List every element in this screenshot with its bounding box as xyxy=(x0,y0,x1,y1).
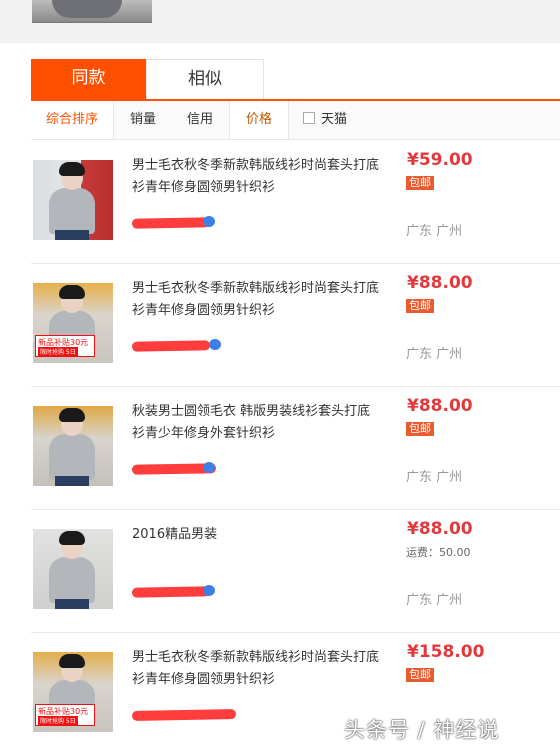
product-title[interactable]: 2016精品男装 xyxy=(132,524,382,546)
top-strip xyxy=(0,0,560,43)
product-item[interactable]: 新品补贴30元 限时抢购 5日 男士毛衣秋冬季新款韩版线衫时尚套头打底衫青年修身… xyxy=(31,263,560,387)
redaction-mark xyxy=(203,216,215,227)
tab-same-style[interactable]: 同款 xyxy=(31,59,146,99)
redaction-mark xyxy=(203,585,215,596)
tmall-label: 天猫 xyxy=(321,112,348,127)
product-title[interactable]: 男士毛衣秋冬季新款韩版线衫时尚套头打底衫青年修身圆领男针织衫 xyxy=(132,278,382,322)
sort-bar: 综合排序 销量 信用 价格 天猫 xyxy=(31,101,560,140)
seller-location: 广东 广州 xyxy=(406,593,463,608)
free-shipping-tag: 包邮 xyxy=(406,668,434,682)
product-thumbnail[interactable] xyxy=(33,160,113,240)
shipping-fee: 运费：50.00 xyxy=(406,546,471,559)
sort-credit[interactable]: 信用 xyxy=(172,101,228,139)
free-shipping-tag: 包邮 xyxy=(406,299,434,313)
result-tabs: 同款 相似 xyxy=(31,59,560,101)
tmall-checkbox[interactable] xyxy=(303,112,315,124)
product-thumbnail[interactable] xyxy=(33,529,113,609)
seller-location: 广东 广州 xyxy=(406,470,463,485)
promo-badge: 新品补贴30元 限时抢购 5日 xyxy=(35,704,95,726)
product-thumbnail[interactable]: 新品补贴30元 限时抢购 5日 xyxy=(33,652,113,732)
product-price: ¥88.00 xyxy=(407,396,473,416)
product-title[interactable]: 男士毛衣秋冬季新款韩版线衫时尚套头打底衫青年修身圆领男针织衫 xyxy=(132,647,382,691)
redacted-seller xyxy=(131,709,237,721)
seller-location: 广东 广州 xyxy=(406,347,463,362)
redacted-seller xyxy=(131,586,211,598)
free-shipping-tag: 包邮 xyxy=(406,422,434,436)
product-price: ¥88.00 xyxy=(407,273,473,293)
product-item[interactable]: 秋装男士圆领毛衣 韩版男装线衫套头打底衫青少年修身外套针织衫 ¥88.00 包邮… xyxy=(31,386,560,510)
redacted-seller xyxy=(131,217,211,229)
tmall-filter[interactable]: 天猫 xyxy=(303,112,347,128)
redaction-mark xyxy=(203,462,215,473)
sort-sales[interactable]: 销量 xyxy=(116,101,170,139)
promo-badge: 新品补贴30元 限时抢购 5日 xyxy=(35,335,95,357)
product-title[interactable]: 男士毛衣秋冬季新款韩版线衫时尚套头打底衫青年修身圆领男针织衫 xyxy=(132,155,382,199)
seller-location: 广东 广州 xyxy=(406,224,463,239)
product-title[interactable]: 秋装男士圆领毛衣 韩版男装线衫套头打底衫青少年修身外套针织衫 xyxy=(132,401,382,445)
product-price: ¥59.00 xyxy=(407,150,473,170)
redaction-mark xyxy=(209,339,221,350)
redacted-seller xyxy=(131,340,211,352)
sort-price[interactable]: 价格 xyxy=(229,101,289,139)
product-price: ¥88.00 xyxy=(407,519,473,539)
product-price: ¥158.00 xyxy=(407,642,485,662)
source-watermark: 头条号 / 神经说 xyxy=(344,718,500,742)
product-thumbnail[interactable]: 新品补贴30元 限时抢购 5日 xyxy=(33,283,113,363)
product-thumbnail[interactable] xyxy=(33,406,113,486)
product-item[interactable]: 2016精品男装 ¥88.00 运费：50.00 广东 广州 xyxy=(31,509,560,633)
product-item[interactable]: 男士毛衣秋冬季新款韩版线衫时尚套头打底衫青年修身圆领男针织衫 ¥59.00 包邮… xyxy=(31,140,560,264)
sort-overall[interactable]: 综合排序 xyxy=(31,101,114,139)
free-shipping-tag: 包邮 xyxy=(406,176,434,190)
previous-product-thumbnail[interactable] xyxy=(32,0,152,23)
tab-similar[interactable]: 相似 xyxy=(146,59,264,99)
